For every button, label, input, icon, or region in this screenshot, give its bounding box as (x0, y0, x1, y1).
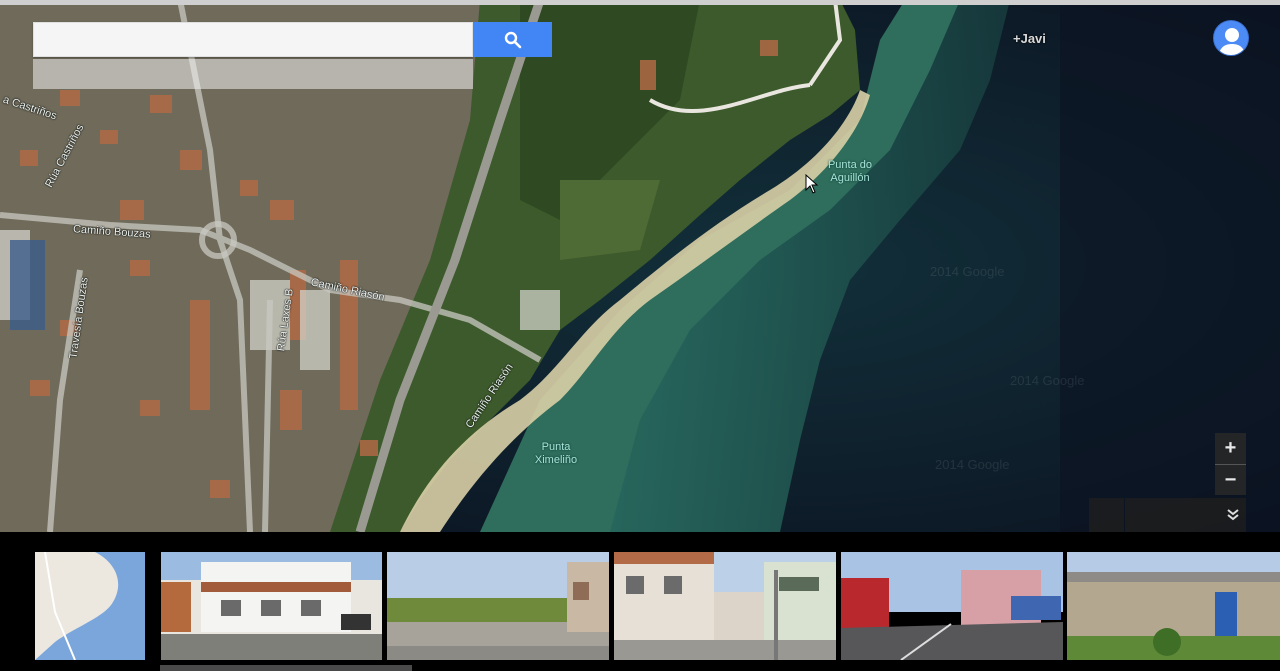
place-label-line: Punta do (827, 159, 873, 171)
photo-thumbnail-street[interactable] (841, 552, 1063, 660)
photo-filmstrip (0, 532, 1280, 671)
street-photo (387, 552, 609, 660)
photo-thumbnail-townhouses[interactable] (614, 552, 836, 660)
zoom-out-button[interactable]: − (1215, 464, 1246, 495)
top-border (0, 0, 1280, 5)
filmstrip-scrollbar[interactable] (160, 665, 412, 671)
double-chevron-down-icon (1227, 509, 1239, 521)
place-label-line: Aguillón (830, 172, 870, 184)
search-suggestions-panel (33, 59, 473, 89)
watermark: 2014 Google (930, 264, 1005, 279)
expand-filmstrip-button[interactable] (1125, 498, 1246, 532)
search-button[interactable] (473, 22, 552, 57)
place-label-line: Ximeliño (534, 454, 578, 466)
search-input[interactable] (34, 23, 472, 56)
zoom-in-button[interactable]: + (1215, 433, 1246, 464)
place-label-punta-ximelino: Punta Ximeliño (528, 441, 584, 467)
user-link[interactable]: +Javi (1013, 31, 1046, 46)
app: a Castriños Rúa Castriños Camiño Bouzas … (0, 0, 1280, 671)
map-thumbnail[interactable] (35, 552, 145, 660)
street-photo (1067, 552, 1280, 660)
watermark: 2014 Google (1010, 373, 1085, 388)
photo-thumbnail-shed[interactable] (1067, 552, 1280, 660)
mouse-cursor-icon (805, 174, 819, 194)
search-box[interactable] (33, 22, 473, 57)
imagery-toggle[interactable] (1089, 498, 1124, 532)
street-photo (614, 552, 836, 660)
photo-thumbnail-white-house[interactable] (161, 552, 382, 660)
street-photo (161, 552, 382, 660)
place-label-line: Punta (541, 441, 571, 453)
avatar[interactable] (1213, 20, 1249, 56)
map-preview-image (35, 552, 145, 660)
place-label-punta-aguillon: Punta do Aguillón (822, 159, 878, 185)
search-icon (504, 31, 521, 48)
photo-thumbnail-field[interactable] (387, 552, 609, 660)
watermark: 2014 Google (935, 457, 1010, 472)
street-photo (841, 552, 1063, 660)
